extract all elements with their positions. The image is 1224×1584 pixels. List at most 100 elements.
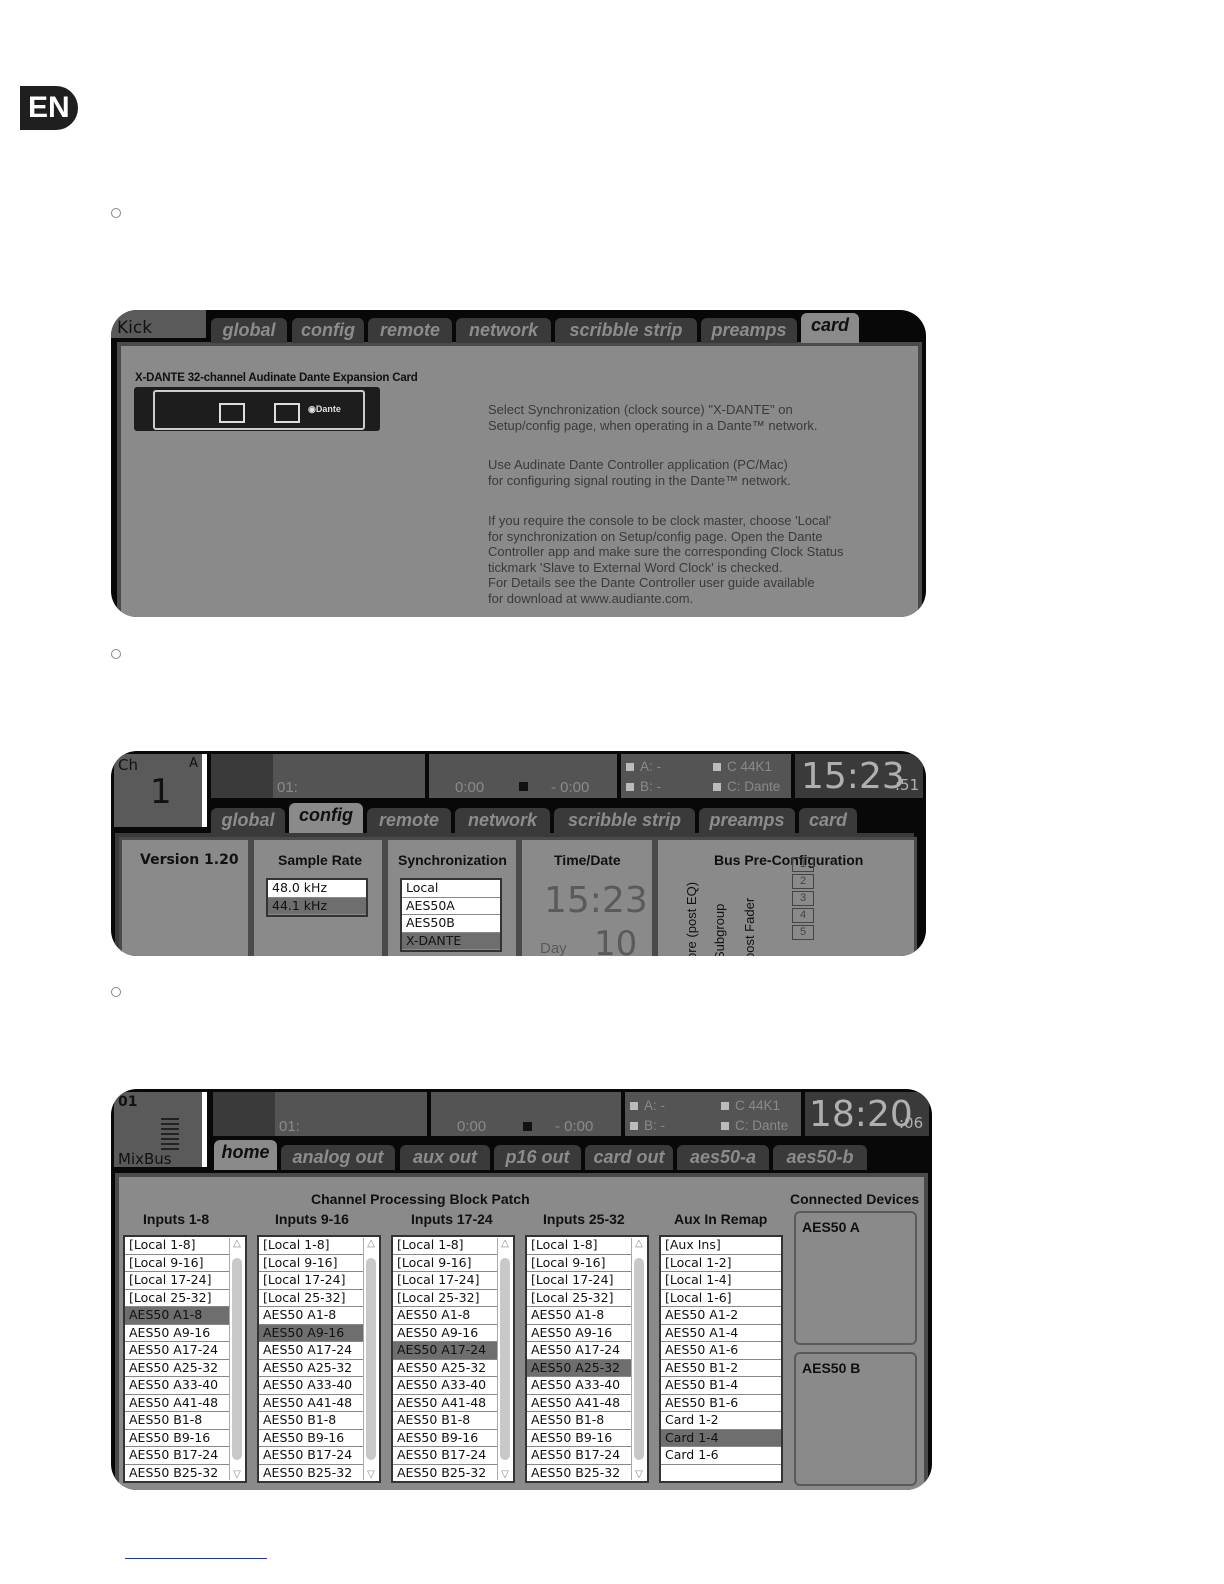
list-option[interactable]: Card 1-4 xyxy=(661,1429,781,1447)
day-value[interactable]: 10 xyxy=(594,924,637,956)
list-option[interactable]: AES50 A33-40 xyxy=(393,1377,497,1395)
list-option[interactable]: AES50 B17-24 xyxy=(259,1447,363,1465)
tab-remote[interactable]: remote xyxy=(368,318,452,343)
list-option[interactable]: AES50 A17-24 xyxy=(527,1342,631,1360)
list-option[interactable]: AES50 A41-48 xyxy=(527,1395,631,1412)
list-option[interactable]: AES50 B9-16 xyxy=(393,1430,497,1447)
tab-config[interactable]: config xyxy=(292,318,364,343)
list-option[interactable]: [Aux Ins] xyxy=(661,1237,781,1255)
list-option[interactable]: AES50 A1-8 xyxy=(393,1307,497,1325)
tab-aux-out[interactable]: aux out xyxy=(400,1145,490,1170)
scrollbar[interactable]: △ ▽ xyxy=(497,1238,512,1480)
list-option[interactable]: AES50 B25-32 xyxy=(125,1465,229,1482)
list-option[interactable]: 44.1 kHz xyxy=(268,897,366,915)
list-option[interactable]: [Local 1-2] xyxy=(661,1255,781,1272)
time-value[interactable]: 15:23 xyxy=(544,880,648,921)
list-option[interactable]: AES50 B9-16 xyxy=(125,1430,229,1447)
list-option[interactable]: [Local 17-24] xyxy=(259,1272,363,1290)
tab-p16-out[interactable]: p16 out xyxy=(494,1145,581,1170)
list-option[interactable]: AES50 B1-6 xyxy=(661,1395,781,1412)
scroll-thumb[interactable] xyxy=(232,1258,242,1460)
list-option[interactable]: [Local 1-8] xyxy=(259,1237,363,1255)
scroll-down-icon[interactable]: ▽ xyxy=(632,1469,646,1480)
list-option[interactable]: [Local 17-24] xyxy=(125,1272,229,1290)
list-option[interactable]: Card 1-6 xyxy=(661,1447,781,1465)
list-option[interactable]: AES50 A17-24 xyxy=(259,1342,363,1360)
list-option[interactable]: AES50 A25-32 xyxy=(125,1360,229,1377)
list-option[interactable]: [Local 25-32] xyxy=(527,1290,631,1307)
scroll-thumb[interactable] xyxy=(500,1258,510,1460)
tab-network[interactable]: network xyxy=(456,318,551,343)
list-option[interactable]: AES50A xyxy=(402,898,500,915)
list-option[interactable]: AES50 A1-8 xyxy=(125,1307,229,1325)
list-option[interactable]: AES50 B1-8 xyxy=(527,1412,631,1430)
tab-card-out[interactable]: card out xyxy=(585,1145,673,1170)
scroll-down-icon[interactable]: ▽ xyxy=(230,1469,244,1480)
list-option[interactable]: AES50 B1-4 xyxy=(661,1377,781,1395)
list-option[interactable]: AES50 B25-32 xyxy=(259,1465,363,1482)
synchronization-list[interactable]: Local AES50A AES50B X-DANTE xyxy=(400,878,502,952)
scroll-down-icon[interactable]: ▽ xyxy=(498,1469,512,1480)
tab-card[interactable]: card xyxy=(801,313,859,343)
list-option[interactable]: Card 1-2 xyxy=(661,1412,781,1430)
list-option[interactable]: AES50 A9-16 xyxy=(125,1325,229,1342)
bus-number-box[interactable]: 3 xyxy=(792,891,814,906)
list-option[interactable]: AES50 A1-4 xyxy=(661,1325,781,1342)
list-option[interactable]: AES50 A25-32 xyxy=(393,1360,497,1377)
bus-number-box[interactable]: 4 xyxy=(792,908,814,923)
list-option[interactable]: AES50 A1-8 xyxy=(527,1307,631,1325)
scrollbar[interactable]: △ ▽ xyxy=(363,1238,378,1480)
device-aes50b[interactable]: AES50 B xyxy=(794,1352,917,1486)
list-option[interactable]: AES50 A9-16 xyxy=(527,1325,631,1342)
scroll-up-icon[interactable]: △ xyxy=(632,1238,646,1249)
scroll-thumb[interactable] xyxy=(366,1258,376,1460)
list-option[interactable]: [Local 9-16] xyxy=(259,1255,363,1272)
list-option[interactable]: [Local 1-8] xyxy=(527,1237,631,1255)
patch-list[interactable]: [Local 1-8] [Local 9-16] [Local 17-24] [Loc… xyxy=(123,1235,247,1483)
list-option[interactable]: AES50 B25-32 xyxy=(527,1465,631,1482)
list-option[interactable]: X-DANTE xyxy=(402,932,500,950)
tab-home[interactable]: home xyxy=(214,1140,277,1170)
list-option[interactable]: [Local 9-16] xyxy=(527,1255,631,1272)
list-option[interactable]: AES50 B1-8 xyxy=(259,1412,363,1430)
list-option[interactable]: [Local 17-24] xyxy=(527,1272,631,1290)
list-option[interactable]: AES50 A33-40 xyxy=(125,1377,229,1395)
list-option[interactable]: [Local 25-32] xyxy=(125,1290,229,1307)
list-option[interactable]: AES50 A41-48 xyxy=(393,1395,497,1412)
patch-list[interactable]: [Aux Ins] [Local 1-2] [Local 1-4] [Local 1-… xyxy=(659,1235,783,1483)
list-option[interactable]: [Local 25-32] xyxy=(393,1290,497,1307)
tab-global[interactable]: global xyxy=(211,808,285,833)
scroll-up-icon[interactable]: △ xyxy=(230,1238,244,1249)
list-option[interactable]: AES50 A41-48 xyxy=(259,1395,363,1412)
list-option[interactable] xyxy=(661,1465,781,1482)
list-option[interactable]: AES50 B1-8 xyxy=(393,1412,497,1430)
list-option[interactable]: [Local 17-24] xyxy=(393,1272,497,1290)
bus-number-box[interactable]: 2 xyxy=(792,874,814,889)
list-option[interactable]: [Local 1-8] xyxy=(393,1237,497,1255)
list-option[interactable]: AES50 A9-16 xyxy=(393,1325,497,1342)
tab-network[interactable]: network xyxy=(455,808,550,833)
list-option[interactable]: AES50 A9-16 xyxy=(259,1324,363,1342)
device-aes50a[interactable]: AES50 A xyxy=(794,1211,917,1345)
list-option[interactable]: AES50 B1-8 xyxy=(125,1412,229,1430)
list-option[interactable]: AES50 B17-24 xyxy=(527,1447,631,1465)
scroll-up-icon[interactable]: △ xyxy=(498,1238,512,1249)
list-option[interactable]: AES50 A41-48 xyxy=(125,1395,229,1412)
list-option[interactable]: AES50 B25-32 xyxy=(393,1465,497,1482)
list-option[interactable]: [Local 9-16] xyxy=(125,1255,229,1272)
list-option[interactable]: [Local 1-8] xyxy=(125,1237,229,1255)
list-option[interactable]: [Local 9-16] xyxy=(393,1255,497,1272)
tab-aes50-b[interactable]: aes50-b xyxy=(773,1145,867,1170)
bus-number-box[interactable]: 5 xyxy=(792,925,814,940)
tab-aes50-a[interactable]: aes50-a xyxy=(677,1145,769,1170)
list-option[interactable]: AES50 A1-2 xyxy=(661,1307,781,1325)
bus-number-box[interactable]: 1 xyxy=(792,857,814,872)
list-option[interactable]: AES50 A1-6 xyxy=(661,1342,781,1360)
list-option[interactable]: AES50 A17-24 xyxy=(393,1342,497,1360)
list-option[interactable]: AES50 B9-16 xyxy=(259,1430,363,1447)
list-option[interactable]: [Local 25-32] xyxy=(259,1290,363,1307)
scrollbar[interactable]: △ ▽ xyxy=(631,1238,646,1480)
tab-preamps[interactable]: preamps xyxy=(699,808,795,833)
list-option[interactable]: 48.0 kHz xyxy=(268,880,366,898)
scroll-down-icon[interactable]: ▽ xyxy=(364,1469,378,1480)
